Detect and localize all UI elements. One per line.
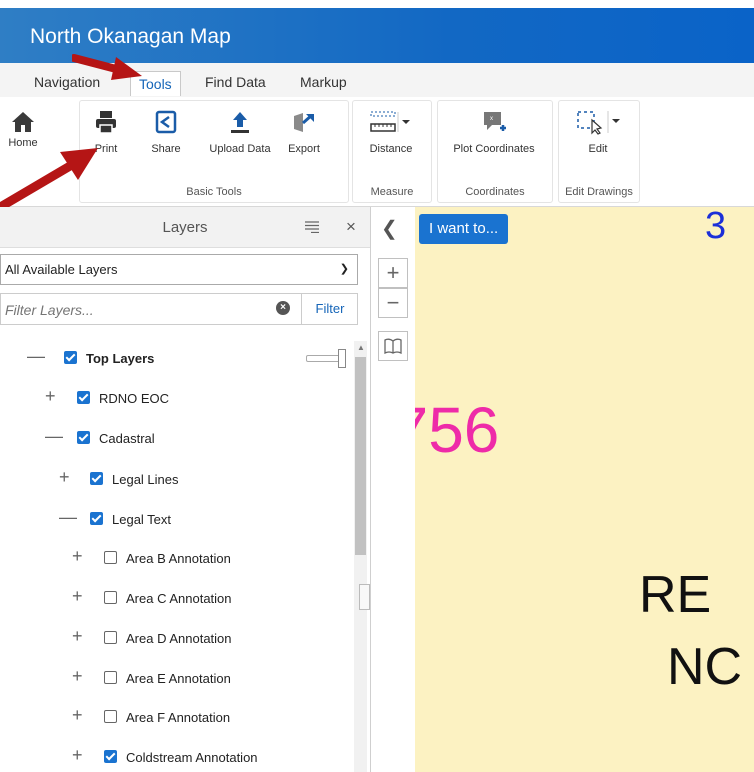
distance-button[interactable]: Distance	[358, 107, 424, 155]
opacity-slider[interactable]	[306, 349, 346, 368]
checkbox-unchecked[interactable]	[104, 671, 117, 684]
edit-label: Edit	[588, 143, 608, 155]
coordinates-label: Coordinates	[465, 186, 525, 198]
map-controls: ❮ + −	[371, 207, 415, 772]
collapse-panel-icon[interactable]: ❮	[381, 216, 398, 241]
expand-icon[interactable]: +	[72, 705, 83, 726]
export-label: Export	[288, 143, 320, 155]
list-menu-icon[interactable]	[305, 220, 319, 238]
share-label: Share	[151, 143, 181, 155]
layer-label: Coldstream Annotation	[126, 750, 258, 765]
close-icon[interactable]: ×	[346, 217, 356, 237]
layer-label: Top Layers	[86, 351, 155, 366]
filter-box: × Filter	[0, 293, 358, 325]
expand-icon[interactable]: +	[72, 745, 83, 766]
tab-find-data[interactable]: Find Data	[205, 74, 266, 90]
i-want-to-button[interactable]: I want to...	[419, 214, 509, 244]
expand-icon[interactable]: +	[72, 666, 83, 687]
layers-scrollbar[interactable]: ▲	[354, 341, 367, 772]
plot-coordinates-label: Plot Coordinates	[453, 143, 535, 155]
checkbox-checked[interactable]	[77, 391, 90, 404]
zoom-in-button[interactable]: +	[378, 258, 408, 288]
export-icon	[282, 107, 326, 137]
chevron-down-icon: ❯	[339, 263, 349, 275]
layers-header: Layers ×	[0, 207, 370, 248]
zoom-out-button[interactable]: −	[378, 288, 408, 318]
edit-select-icon	[566, 107, 630, 137]
measure-label: Measure	[370, 186, 414, 198]
upload-icon	[204, 107, 276, 137]
edit-drawings-label: Edit Drawings	[565, 186, 633, 198]
basic-tools-label: Basic Tools	[186, 186, 242, 198]
checkbox-checked[interactable]	[64, 351, 77, 364]
layer-label: Area E Annotation	[126, 671, 231, 686]
edit-button[interactable]: Edit	[566, 107, 630, 155]
book-icon	[384, 338, 402, 355]
expand-icon[interactable]: +	[72, 586, 83, 607]
checkbox-checked[interactable]	[104, 750, 117, 763]
distance-label: Distance	[369, 143, 413, 155]
checkbox-checked[interactable]	[90, 472, 103, 485]
expand-icon[interactable]: +	[45, 386, 56, 407]
layer-label: Area D Annotation	[126, 631, 232, 646]
layers-panel: Layers × All Available Layers ❯ × Filter…	[0, 207, 371, 772]
map-label-re: RE	[639, 566, 712, 624]
layer-label: Legal Text	[112, 512, 172, 527]
checkbox-unchecked[interactable]	[104, 591, 117, 604]
tab-markup[interactable]: Markup	[300, 74, 347, 90]
layer-label: Cadastral	[99, 431, 155, 446]
checkbox-checked[interactable]	[77, 431, 90, 444]
share-button[interactable]: Share	[146, 107, 186, 155]
upload-data-button[interactable]: Upload Data	[204, 107, 276, 155]
collapse-icon[interactable]: —	[27, 346, 45, 367]
collapse-icon[interactable]: —	[59, 507, 77, 528]
expand-icon[interactable]: +	[72, 546, 83, 567]
app-title: North Okanagan Map	[30, 25, 231, 48]
slider-handle[interactable]	[338, 349, 346, 368]
printer-icon	[88, 107, 124, 137]
expand-icon[interactable]: +	[59, 467, 70, 488]
layer-label: Legal Lines	[112, 472, 179, 487]
checkbox-unchecked[interactable]	[104, 710, 117, 723]
ruler-icon	[358, 107, 424, 137]
filter-button[interactable]: Filter	[301, 294, 358, 324]
map-label-no: NC	[667, 638, 743, 696]
collapse-icon[interactable]: —	[45, 426, 63, 447]
top-strip	[0, 0, 754, 8]
ribbon-toolbar: Home Basic Tools Print Share Upload Data…	[0, 97, 754, 207]
scroll-up-icon[interactable]: ▲	[357, 343, 365, 352]
panel-resize-handle[interactable]	[359, 584, 370, 610]
home-icon	[2, 107, 44, 137]
checkbox-unchecked[interactable]	[104, 551, 117, 564]
share-icon	[146, 107, 186, 137]
plot-coordinates-icon: x	[444, 107, 544, 137]
annotation-arrow-print	[0, 148, 98, 211]
layer-label: RDNO EOC	[99, 391, 170, 406]
bookmarks-button[interactable]	[378, 331, 408, 361]
layer-source-value: All Available Layers	[5, 262, 118, 277]
layer-label: Area B Annotation	[126, 551, 231, 566]
plot-coordinates-button[interactable]: x Plot Coordinates	[444, 107, 544, 155]
checkbox-unchecked[interactable]	[104, 631, 117, 644]
svg-text:x: x	[490, 116, 493, 122]
layer-label: Area F Annotation	[126, 710, 231, 725]
scroll-thumb[interactable]	[355, 357, 366, 555]
annotation-arrow-tools	[72, 54, 142, 80]
checkbox-checked[interactable]	[90, 512, 103, 525]
clear-filter-icon[interactable]: ×	[276, 301, 290, 315]
layer-label: Area C Annotation	[126, 591, 232, 606]
map-view[interactable]: 3 2756 RE NC ❮ + − I want to...	[371, 207, 754, 772]
layer-source-select[interactable]: All Available Layers ❯	[0, 254, 358, 285]
upload-data-label: Upload Data	[209, 143, 271, 155]
filter-layers-input[interactable]	[3, 297, 267, 323]
map-label-blue: 3	[705, 207, 727, 247]
expand-icon[interactable]: +	[72, 626, 83, 647]
export-button[interactable]: Export	[282, 107, 326, 155]
